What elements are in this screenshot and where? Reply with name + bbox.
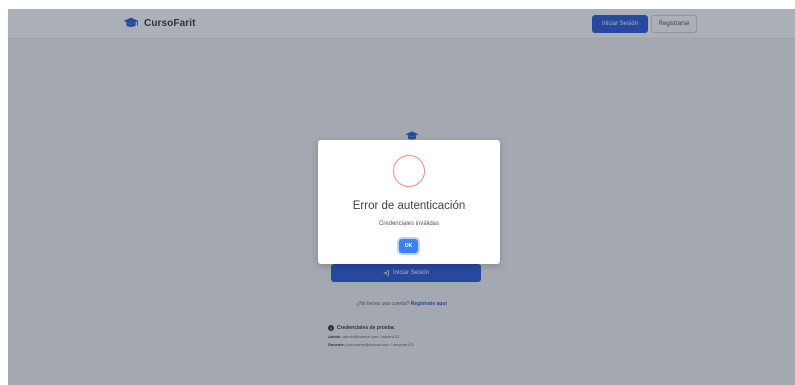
dialog-title: Error de autenticación xyxy=(352,200,466,212)
ok-button[interactable]: OK xyxy=(399,239,418,253)
error-circle-icon xyxy=(393,155,425,187)
error-dialog: Error de autenticación Credenciales invá… xyxy=(318,140,500,264)
browser-top-bar xyxy=(0,0,795,9)
dialog-message: Credenciales inválidas xyxy=(378,221,440,227)
